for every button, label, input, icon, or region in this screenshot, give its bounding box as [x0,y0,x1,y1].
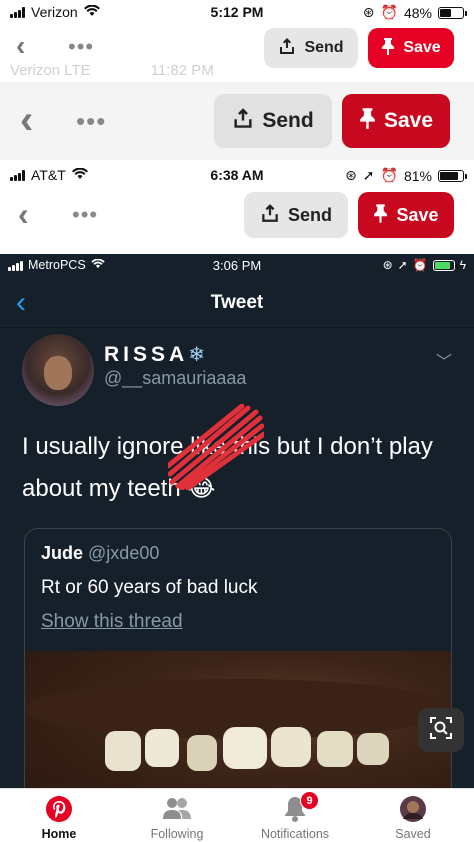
quote-text: Rt or 60 years of bad luck [41,577,258,598]
notification-badge: 9 [300,791,319,810]
battery-icon [438,169,467,182]
quoted-tweet[interactable]: Jude @jxde00 Rt or 60 years of bad luck … [24,528,452,788]
status-bar-att: AT&T 6:38 AM ⊛ ➚ ⏰ 81% [0,162,474,188]
share-icon [278,37,296,60]
save-label: Save [403,39,441,56]
tab-label: Notifications [260,827,330,841]
pin-icon [381,37,395,60]
faded-time: 11:82 PM [150,62,214,79]
people-icon [118,795,236,823]
save-label: Save [396,204,439,225]
tab-label: Following [150,827,204,841]
battery-icon [432,259,458,271]
bottom-tab-bar: Home Following 9 Notifications Saved [0,788,474,842]
alarm-icon: ⏰ [412,258,428,272]
battery-percent: 48% [403,4,432,21]
tab-saved[interactable]: Saved [354,789,472,842]
tab-label: Saved [395,827,431,841]
tweet-nav-bar: ‹ Tweet [0,278,474,328]
chevron-down-icon: ﹀ [435,354,452,371]
lock-rotation-icon: ⊛ [362,4,375,20]
bell-icon [236,795,354,823]
show-thread-link[interactable]: Show this thread [41,611,183,633]
send-button[interactable]: Send [214,94,332,148]
save-button[interactable]: Save [368,28,454,68]
back-chevron-icon[interactable]: ‹ [20,100,33,140]
pin-toolbar-2: ‹ ••• Send Save [0,82,474,160]
tab-following[interactable]: Following [118,789,236,842]
pin-icon [373,203,388,228]
lens-icon [429,716,453,745]
back-chevron-icon[interactable]: ‹ [18,198,29,230]
tab-home[interactable]: Home [0,789,118,842]
visual-search-button[interactable] [418,708,464,752]
profile-avatar-icon [354,795,472,823]
snowflake-icon: ❄ [188,344,205,366]
battery-percent: 81% [403,167,432,184]
avatar [22,334,94,406]
share-icon [232,107,254,135]
location-arrow-icon: ➚ [362,167,375,183]
user-handle: @__samauriaaaa [104,368,247,388]
send-button[interactable]: Send [244,192,348,238]
status-bar-verizon: Verizon 5:12 PM ⊛ ⏰ 48% [0,0,474,24]
redaction-scribble [168,404,264,490]
alarm-icon: ⏰ [380,167,398,183]
back-chevron-icon[interactable]: ‹ [16,32,25,60]
tweet-status-bar: MetroPCS 3:06 PM ⊛ ➚ ⏰ ϟ [0,254,474,278]
save-label: Save [383,109,434,132]
lock-rotation-icon: ⊛ [382,258,393,272]
tweet-screenshot: MetroPCS 3:06 PM ⊛ ➚ ⏰ ϟ ‹ Tweet RISSA❄ … [0,254,474,788]
send-button[interactable]: Send [264,28,358,68]
save-button[interactable]: Save [342,94,450,148]
share-icon [260,203,280,228]
faded-status-bar: Verizon LTE 11:82 PM [10,62,214,79]
tab-label: Home [41,827,77,841]
quote-image-teeth [105,727,389,771]
lock-rotation-icon: ⊛ [345,167,357,183]
tab-notifications[interactable]: 9 Notifications [236,789,354,842]
more-options-icon[interactable]: ••• [76,108,106,134]
battery-icon [438,6,467,19]
location-arrow-icon: ➚ [397,258,408,272]
more-options-icon[interactable]: ••• [68,36,94,58]
quote-author-handle: @jxde00 [88,543,160,563]
alarm-icon: ⏰ [380,4,398,20]
send-label: Send [287,204,332,225]
send-label: Send [304,39,344,56]
quote-author-name: Jude [41,543,84,563]
more-options-icon[interactable]: ••• [72,204,98,226]
pinterest-logo-icon [0,795,118,823]
charging-icon: ϟ [459,258,466,272]
save-button[interactable]: Save [358,192,454,238]
pin-icon [359,107,376,135]
display-name: RISSA❄ [104,343,205,366]
faded-carrier: Verizon LTE [10,62,91,79]
send-label: Send [262,109,314,132]
tweet-nav-title: Tweet [210,292,264,313]
pin-toolbar-3: ‹ ••• Send Save [0,190,474,242]
